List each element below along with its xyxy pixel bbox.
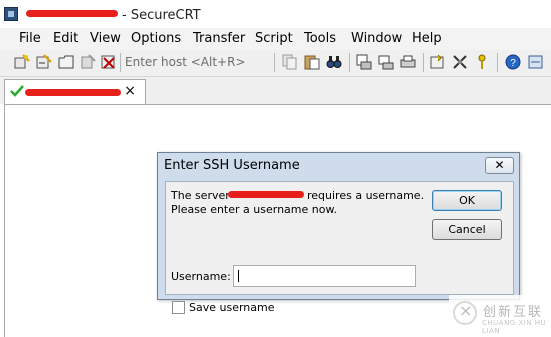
menu-transfer[interactable]: Transfer — [193, 31, 245, 46]
ssh-username-dialog: Enter SSH Username ✕ The server requires… — [157, 152, 520, 314]
dialog-title: Enter SSH Username — [164, 158, 300, 173]
toolbar-separator — [349, 53, 350, 72]
username-label: Username: — [171, 270, 231, 283]
connect-in-tab-icon[interactable] — [58, 54, 74, 70]
global-options-icon[interactable] — [452, 54, 468, 70]
redacted-server-address — [228, 191, 304, 198]
tab-close-icon[interactable]: × — [124, 83, 136, 99]
save-username-label[interactable]: Save username — [189, 301, 275, 314]
session-tab[interactable]: × — [4, 79, 146, 104]
connect-icon[interactable] — [14, 54, 30, 70]
paste-icon[interactable] — [304, 54, 320, 70]
session-options-icon[interactable] — [430, 54, 446, 70]
toolbar-separator — [497, 53, 498, 72]
dialog-body: The server requires a username. Please e… — [165, 181, 514, 314]
title-bar: - SecureCRT — [0, 0, 551, 28]
enter-host-input[interactable] — [123, 52, 273, 72]
keymap-icon[interactable] — [474, 54, 490, 70]
print-setup-icon[interactable] — [356, 54, 372, 70]
window-title: - SecureCRT — [122, 8, 201, 23]
ok-button[interactable]: OK — [432, 190, 502, 211]
session-tab-strip: × — [0, 77, 551, 104]
username-field[interactable] — [233, 265, 416, 287]
menu-view[interactable]: View — [90, 31, 121, 46]
extra-icon[interactable] — [528, 54, 544, 70]
menu-edit[interactable]: Edit — [53, 31, 78, 46]
message-line-2: Please enter a username now. — [171, 203, 337, 216]
toolbar-separator — [423, 53, 424, 72]
menu-bar: File Edit View Options Transfer Script T… — [0, 28, 551, 50]
securecrt-app-icon — [4, 7, 18, 21]
message-start: The server — [171, 189, 230, 202]
connected-check-icon — [10, 85, 24, 97]
watermark-text-cn: 创新互联 — [483, 305, 544, 320]
toolbar-separator — [274, 53, 275, 72]
quick-connect-icon[interactable] — [36, 54, 52, 70]
print-screen-icon[interactable] — [378, 54, 394, 70]
text-caret — [238, 270, 239, 282]
redacted-hostname — [26, 10, 118, 17]
menu-options[interactable]: Options — [131, 31, 181, 46]
find-icon[interactable] — [326, 54, 342, 70]
dialog-close-button[interactable]: ✕ — [485, 157, 514, 174]
watermark-logo-icon — [453, 301, 477, 325]
watermark-text-en: CHUANG XIN HU LIAN — [482, 319, 547, 335]
toolbar-separator — [120, 53, 121, 72]
menu-tools[interactable]: Tools — [304, 31, 336, 46]
copy-icon[interactable] — [282, 54, 298, 70]
redacted-session-name — [25, 89, 121, 96]
watermark: 创新互联 CHUANG XIN HU LIAN — [449, 295, 551, 337]
print-icon[interactable] — [400, 54, 416, 70]
menu-window[interactable]: Window — [351, 31, 402, 46]
help-icon[interactable]: ? — [505, 54, 521, 70]
cancel-button[interactable]: Cancel — [432, 219, 502, 240]
menu-help[interactable]: Help — [412, 31, 442, 46]
disconnect-icon[interactable] — [101, 54, 117, 70]
save-username-checkbox[interactable] — [172, 301, 185, 314]
menu-file[interactable]: File — [19, 31, 41, 46]
message-end: requires a username. — [307, 189, 425, 202]
toolbar: ? — [0, 50, 551, 77]
reconnect-icon[interactable] — [80, 54, 96, 70]
menu-script[interactable]: Script — [255, 31, 293, 46]
svg-text:?: ? — [510, 58, 516, 69]
close-icon: ✕ — [494, 158, 505, 172]
